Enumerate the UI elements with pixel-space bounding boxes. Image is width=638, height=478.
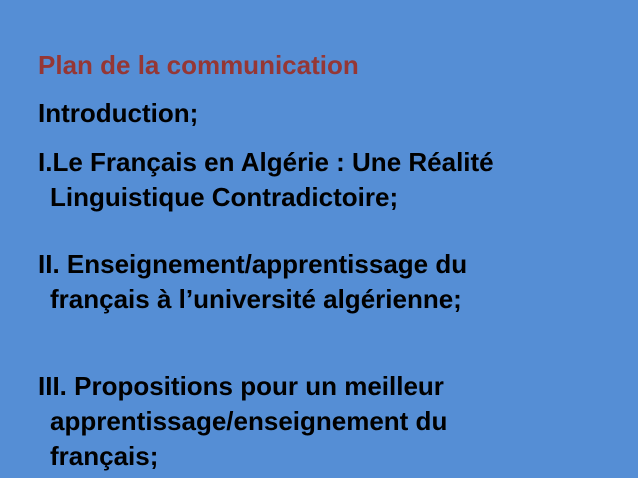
outline-item-introduction: Introduction;: [38, 98, 199, 128]
outline-item-section-3-line-3: français;: [50, 441, 159, 471]
outline-item-section-3-line-2: apprentissage/enseignement du: [50, 406, 448, 436]
outline-item-section-1-line-1: I.Le Français en Algérie : Une Réalité: [38, 147, 494, 177]
outline-item-section-3-line-1: III. Propositions pour un meilleur: [38, 371, 444, 401]
slide-title: Plan de la communication: [38, 50, 359, 80]
outline-item-section-2-line-1: II. Enseignement/apprentissage du: [38, 249, 468, 279]
outline-item-section-2-line-2: français à l’université algérienne;: [50, 284, 462, 314]
outline-item-section-1-line-2: Linguistique Contradictoire;: [50, 182, 399, 212]
slide: Plan de la communication Introduction; I…: [0, 0, 638, 478]
